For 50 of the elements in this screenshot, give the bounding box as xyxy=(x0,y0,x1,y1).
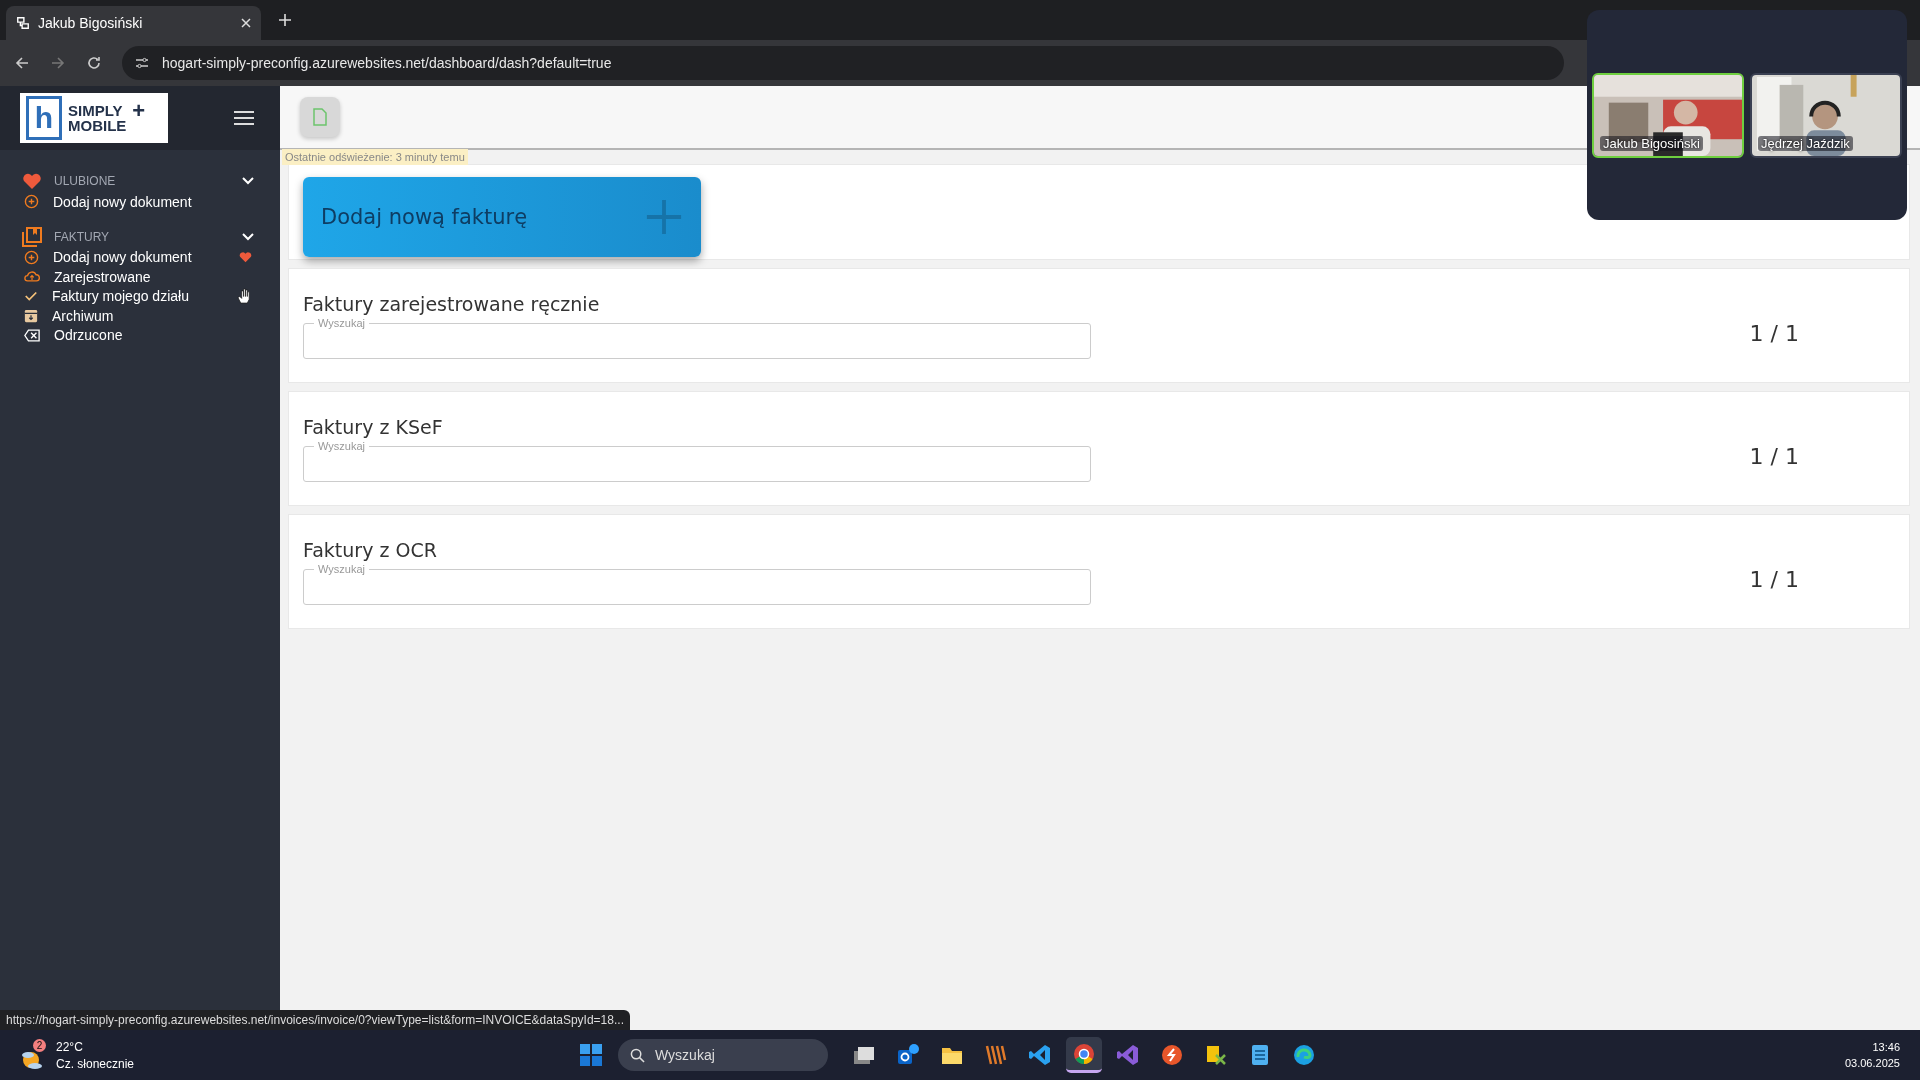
plus-icon xyxy=(645,198,683,236)
menu-icon[interactable] xyxy=(234,110,254,126)
network-icon xyxy=(16,16,30,30)
add-invoice-button[interactable]: Dodaj nową fakturę xyxy=(303,177,701,257)
chevron-icon[interactable] xyxy=(242,175,254,187)
nav-item[interactable]: Faktury mojego działu xyxy=(52,288,254,305)
panel-title: Faktury z KSeF xyxy=(303,415,444,438)
browser-tab[interactable]: Jakub Bigosiński xyxy=(6,6,261,40)
clock-date: 03.06.2025 xyxy=(1844,1057,1900,1069)
forward-icon[interactable] xyxy=(50,55,66,71)
nav-item[interactable]: Dodaj nowy dokument xyxy=(53,249,225,266)
close-icon[interactable] xyxy=(241,18,251,28)
search-icon xyxy=(630,1047,645,1063)
notification-badge: 2 xyxy=(33,1039,46,1052)
archive-icon xyxy=(24,308,38,323)
document-icon xyxy=(313,108,327,126)
nav-item[interactable]: Archiwum xyxy=(52,307,254,324)
clock-time: 13:46 xyxy=(1872,1041,1900,1053)
nav-item[interactable]: Dodaj nowy dokument xyxy=(53,193,254,210)
tooltip: Ostatnie odświeżenie: 3 minuty temu xyxy=(282,149,468,165)
new-tab-icon[interactable] xyxy=(279,14,291,26)
add-circle-icon xyxy=(24,249,39,265)
page-count: 1 / 1 xyxy=(1749,566,1799,592)
hand-cursor-icon xyxy=(237,288,252,305)
nav-item[interactable]: Zarejestrowane xyxy=(54,268,254,285)
site-settings-icon[interactable] xyxy=(134,55,150,71)
page-count: 1 / 1 xyxy=(1749,320,1799,346)
chevron-icon[interactable] xyxy=(242,230,254,243)
heart-icon xyxy=(22,172,42,190)
address-bar[interactable]: hogart-simply-preconfig.azurewebsites.net/dashboard/dash?default=true xyxy=(122,46,1564,80)
taskbar-search-field[interactable]: Wyszukaj xyxy=(618,1039,828,1071)
panel-title: Faktury zarejestrowane ręcznie xyxy=(303,292,601,315)
start-icon[interactable] xyxy=(580,1044,602,1066)
browser-icon[interactable] xyxy=(1066,1037,1102,1073)
tab-title: Jakub Bigosiński xyxy=(38,15,144,31)
section-title: FAKTURY xyxy=(54,229,111,244)
back-icon[interactable] xyxy=(14,55,30,71)
temperature: 22°C xyxy=(56,1039,84,1054)
section-title: ULUBIONE xyxy=(54,174,117,188)
nav-item[interactable]: Odrzucone xyxy=(54,327,254,344)
reload-icon[interactable] xyxy=(86,55,102,71)
heart-icon[interactable] xyxy=(239,251,252,264)
backspace-icon xyxy=(24,328,40,342)
page-count: 1 / 1 xyxy=(1749,443,1799,469)
weather-condition: Cz. słonecznie xyxy=(56,1056,135,1071)
cloud-upload-icon xyxy=(24,270,40,284)
panel-title: Faktury z OCR xyxy=(303,538,438,561)
participant-name: Jakub Bigosiński xyxy=(1600,135,1703,151)
add-circle-icon xyxy=(24,194,39,210)
library-icon xyxy=(22,226,42,247)
